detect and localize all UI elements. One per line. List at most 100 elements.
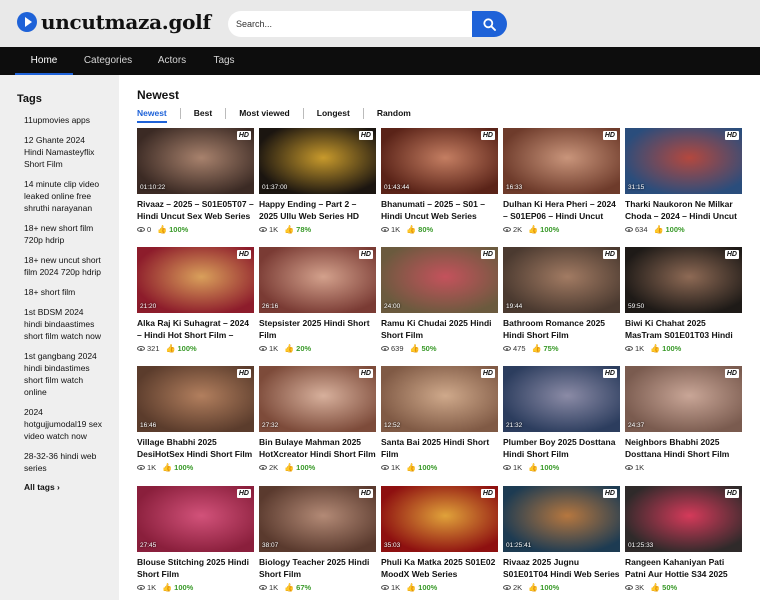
- tag-link[interactable]: 28-32-36 hindi web series: [24, 450, 102, 474]
- tag-link[interactable]: 18+ short film: [24, 286, 102, 298]
- video-thumbnail[interactable]: HD 27:45: [137, 486, 254, 552]
- video-card[interactable]: HD 21:20 Alka Raj Ki Suhagrat – 2024 – Hin…: [137, 247, 254, 362]
- video-title[interactable]: Tharki Naukoron Ne Milkar Choda – 2024 –…: [625, 198, 742, 222]
- tab-best[interactable]: Best: [194, 107, 212, 123]
- tab-newest[interactable]: Newest: [137, 107, 167, 123]
- video-card[interactable]: HD 21:32 Plumber Boy 2025 Dosttana Hindi S…: [503, 366, 620, 481]
- video-title[interactable]: Biwi Ki Chahat 2025 MasTram S01E01T03 Hi…: [625, 317, 742, 341]
- thumbs-up-icon: 👍: [650, 583, 661, 592]
- video-meta: 321 👍 100%: [137, 344, 254, 353]
- video-title[interactable]: Santa Bai 2025 Hindi Short Film: [381, 436, 498, 460]
- view-count: 2K: [513, 225, 523, 234]
- video-thumbnail[interactable]: HD 26:16: [259, 247, 376, 313]
- tag-link[interactable]: 18+ new short film 720p hdrip: [24, 222, 102, 246]
- video-card[interactable]: HD 24:37 Neighbors Bhabhi 2025 Dosttana Hi…: [625, 366, 742, 481]
- rating: 100%: [174, 463, 194, 472]
- tab-most-viewed[interactable]: Most viewed: [239, 107, 290, 123]
- video-thumbnail[interactable]: HD 16:46: [137, 366, 254, 432]
- eye-icon: [625, 227, 633, 232]
- video-title[interactable]: Happy Ending – Part 2 – 2025 Ullu Web Se…: [259, 198, 376, 222]
- video-title[interactable]: Neighbors Bhabhi 2025 Dosttana Hindi Sho…: [625, 436, 742, 460]
- nav-tags[interactable]: Tags: [201, 47, 247, 75]
- main-nav: Home Categories Actors Tags: [0, 47, 760, 75]
- tag-link[interactable]: 18+ new uncut short film 2024 720p hdrip: [24, 254, 102, 278]
- video-card[interactable]: HD 12:52 Santa Bai 2025 Hindi Short Film 1K…: [381, 366, 498, 481]
- tag-link[interactable]: 14 minute clip video leaked online free …: [24, 178, 102, 214]
- video-duration: 01:25:41: [506, 542, 532, 549]
- video-thumbnail[interactable]: HD 19:44: [503, 247, 620, 313]
- video-title[interactable]: Biology Teacher 2025 Hindi Short Film: [259, 556, 376, 580]
- video-card[interactable]: HD 01:37:00 Happy Ending – Part 2 – 2025 U…: [259, 128, 376, 243]
- video-thumbnail[interactable]: HD 01:25:33: [625, 486, 742, 552]
- sidebar: Tags 11upmovies apps 12 Ghante 2024 Hind…: [0, 75, 119, 600]
- video-thumbnail[interactable]: HD 24:00: [381, 247, 498, 313]
- search-input[interactable]: [228, 11, 472, 37]
- nav-home[interactable]: Home: [15, 47, 73, 75]
- tag-link[interactable]: 12 Ghante 2024 Hindi Namasteyflix Short …: [24, 134, 102, 170]
- video-card[interactable]: HD 27:32 Bin Bulaye Mahman 2025 HotXcreato…: [259, 366, 376, 481]
- nav-categories[interactable]: Categories: [73, 47, 143, 75]
- video-thumbnail[interactable]: HD 27:32: [259, 366, 376, 432]
- video-title[interactable]: Bin Bulaye Mahman 2025 HotXcreator Hindi…: [259, 436, 376, 460]
- video-card[interactable]: HD 01:43:44 Bhanumati – 2025 – S01 – Hindi…: [381, 128, 498, 243]
- video-card[interactable]: HD 19:44 Bathroom Romance 2025 Hindi Short…: [503, 247, 620, 362]
- tag-link[interactable]: 1st BDSM 2024 hindi bindaastimes short f…: [24, 306, 102, 342]
- video-title[interactable]: Bathroom Romance 2025 Hindi Short Film: [503, 317, 620, 341]
- video-title[interactable]: Alka Raj Ki Suhagrat – 2024 – Hindi Hot …: [137, 317, 254, 341]
- video-title[interactable]: Rivaaz 2025 Jugnu S01E01T04 Hindi Web Se…: [503, 556, 620, 580]
- video-thumbnail[interactable]: HD 01:10:22: [137, 128, 254, 194]
- video-card[interactable]: HD 01:25:41 Rivaaz 2025 Jugnu S01E01T04 Hi…: [503, 486, 620, 600]
- video-thumbnail[interactable]: HD 01:43:44: [381, 128, 498, 194]
- video-title[interactable]: Village Bhabhi 2025 DesiHotSex Hindi Sho…: [137, 436, 254, 460]
- video-card[interactable]: HD 59:50 Biwi Ki Chahat 2025 MasTram S01E0…: [625, 247, 742, 362]
- video-title[interactable]: Rivaaz – 2025 – S01E05T07 – Hindi Uncut …: [137, 198, 254, 222]
- all-tags-link[interactable]: All tags ›: [24, 482, 119, 492]
- tag-link[interactable]: 1st gangbang 2024 hindi bindastimes shor…: [24, 350, 102, 398]
- video-thumbnail[interactable]: HD 24:37: [625, 366, 742, 432]
- video-title[interactable]: Dulhan Ki Hera Pheri – 2024 – S01EP06 – …: [503, 198, 620, 222]
- video-thumbnail[interactable]: HD 35:03: [381, 486, 498, 552]
- video-card[interactable]: HD 01:25:33 Rangeen Kahaniyan Pati Patni A…: [625, 486, 742, 600]
- hd-badge: HD: [724, 131, 739, 140]
- eye-icon: [137, 465, 145, 470]
- video-card[interactable]: HD 38:07 Biology Teacher 2025 Hindi Short …: [259, 486, 376, 600]
- video-title[interactable]: Rangeen Kahaniyan Pati Patni Aur Hottie …: [625, 556, 742, 580]
- video-title[interactable]: Plumber Boy 2025 Dosttana Hindi Short Fi…: [503, 436, 620, 460]
- video-card[interactable]: HD 01:10:22 Rivaaz – 2025 – S01E05T07 – Hi…: [137, 128, 254, 243]
- video-card[interactable]: HD 16:46 Village Bhabhi 2025 DesiHotSex Hi…: [137, 366, 254, 481]
- video-title[interactable]: Stepsister 2025 Hindi Short Film: [259, 317, 376, 341]
- video-thumbnail[interactable]: HD 01:37:00: [259, 128, 376, 194]
- video-title[interactable]: Phuli Ka Matka 2025 S01E02 MoodX Web Ser…: [381, 556, 498, 580]
- rating: 100%: [169, 225, 189, 234]
- video-thumbnail[interactable]: HD 21:32: [503, 366, 620, 432]
- video-card[interactable]: HD 24:00 Ramu Ki Chudai 2025 Hindi Short F…: [381, 247, 498, 362]
- video-card[interactable]: HD 26:16 Stepsister 2025 Hindi Short Film 1…: [259, 247, 376, 362]
- video-thumbnail[interactable]: HD 31:15: [625, 128, 742, 194]
- video-thumbnail[interactable]: HD 12:52: [381, 366, 498, 432]
- video-card[interactable]: HD 16:33 Dulhan Ki Hera Pheri – 2024 – S01…: [503, 128, 620, 243]
- tag-link[interactable]: 11upmovies apps: [24, 114, 102, 126]
- video-thumbnail[interactable]: HD 21:20: [137, 247, 254, 313]
- hd-badge: HD: [236, 250, 251, 259]
- eye-icon: [137, 227, 145, 232]
- video-card[interactable]: HD 35:03 Phuli Ka Matka 2025 S01E02 MoodX …: [381, 486, 498, 600]
- tab-random[interactable]: Random: [377, 107, 411, 123]
- thumbs-up-icon: 👍: [157, 225, 168, 234]
- video-title[interactable]: Blouse Stitching 2025 Hindi Short Film: [137, 556, 254, 580]
- hd-badge: HD: [480, 131, 495, 140]
- video-card[interactable]: HD 31:15 Tharki Naukoron Ne Milkar Choda –…: [625, 128, 742, 243]
- video-thumbnail[interactable]: HD 16:33: [503, 128, 620, 194]
- site-logo[interactable]: uncutmaza.golf: [17, 10, 211, 34]
- tag-link[interactable]: 2024 hotgujjumodal19 sex video watch now: [24, 406, 102, 442]
- video-meta: 1K 👍 100%: [625, 344, 742, 353]
- video-title[interactable]: Ramu Ki Chudai 2025 Hindi Short Film: [381, 317, 498, 341]
- video-meta: 0 👍 100%: [137, 225, 254, 234]
- video-thumbnail[interactable]: HD 01:25:41: [503, 486, 620, 552]
- video-thumbnail[interactable]: HD 38:07: [259, 486, 376, 552]
- search-button[interactable]: [472, 11, 507, 37]
- nav-actors[interactable]: Actors: [143, 47, 201, 75]
- video-title[interactable]: Bhanumati – 2025 – S01 – Hindi Uncut Web…: [381, 198, 498, 222]
- tab-longest[interactable]: Longest: [317, 107, 350, 123]
- video-thumbnail[interactable]: HD 59:50: [625, 247, 742, 313]
- video-card[interactable]: HD 27:45 Blouse Stitching 2025 Hindi Short…: [137, 486, 254, 600]
